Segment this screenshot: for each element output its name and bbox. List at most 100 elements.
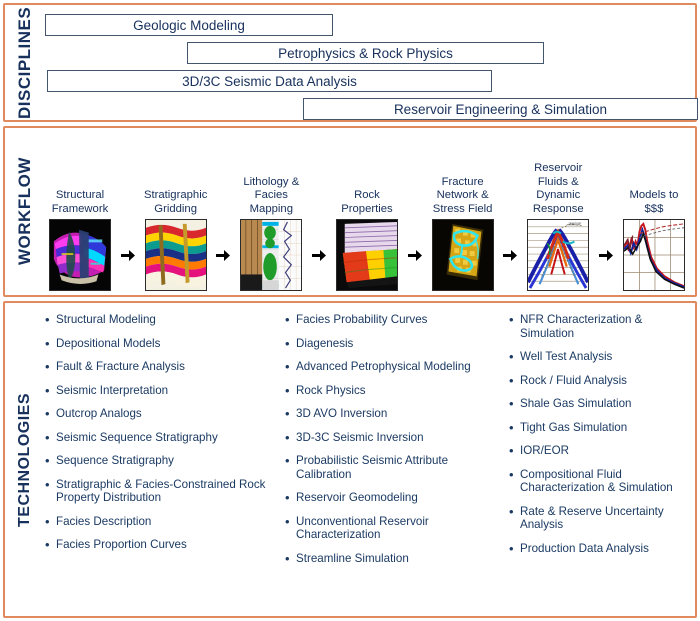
list-item[interactable]: • 3D-3C Seismic Inversion: [283, 429, 499, 445]
workflow-step-label: Reservoir Fluids & Dynamic Response: [532, 162, 584, 215]
list-item[interactable]: • Rock / Fluid Analysis: [507, 373, 689, 388]
list-item-label: Outcrop Analogs: [56, 407, 142, 420]
workflow-steps: Structural Framework Stratigraphic Gridd…: [43, 132, 691, 291]
list-item-label: Facies Probability Curves: [296, 313, 428, 326]
bullet-icon: •: [45, 429, 50, 445]
workflow-step-lithology-facies-mapping[interactable]: Lithology & Facies Mapping: [234, 175, 308, 291]
arrow-right-icon: [407, 250, 423, 291]
workflow-step-structural-framework[interactable]: Structural Framework: [43, 189, 117, 291]
technologies-column-1: • Structural Modeling • Depositional Model…: [43, 313, 275, 610]
list-item[interactable]: • Structural Modeling: [43, 313, 275, 327]
list-item[interactable]: • Facies Description: [43, 513, 275, 529]
technologies-label-container: TECHNOLOGIES: [9, 307, 41, 612]
list-item-label: Streamline Simulation: [296, 551, 409, 565]
list-item[interactable]: • Facies Probability Curves: [283, 313, 499, 327]
list-item[interactable]: • Outcrop Analogs: [43, 407, 275, 421]
list-item-label: Probabilistic Seismic Attribute Calibrat…: [296, 454, 449, 481]
discipline-bar-geologic-modeling[interactable]: Geologic Modeling: [45, 14, 333, 36]
list-item-label: Unconventional Reservoir Characterizatio…: [296, 514, 429, 542]
list-item-label: Advanced Petrophysical Modeling: [296, 360, 471, 373]
bullet-icon: •: [45, 382, 50, 398]
bullet-icon: •: [45, 513, 50, 529]
bullet-icon: •: [285, 513, 290, 529]
list-item[interactable]: • Depositional Models: [43, 336, 275, 351]
arrow-right-icon: [502, 250, 518, 291]
bullet-icon: •: [285, 453, 290, 468]
workflow-panel: WORKFLOW Structural Framework Stratigrap…: [3, 126, 697, 297]
lithology-facies-mapping-thumbnail: [240, 219, 303, 291]
bullet-icon: •: [285, 359, 290, 374]
technologies-panel: TECHNOLOGIES • Structural Modeling • Depos…: [3, 301, 697, 618]
workflow-step-label: Lithology & Facies Mapping: [243, 175, 300, 215]
list-item-label: NFR Characterization & Simulation: [520, 313, 643, 340]
list-item[interactable]: • Facies Proportion Curves: [43, 538, 275, 552]
workflow-step-label: Fracture Network & Stress Field: [432, 175, 493, 215]
list-item[interactable]: • Rate & Reserve Uncertainty Analysis: [507, 503, 689, 532]
list-item[interactable]: • Stratigraphic & Facies-Constrained Rock…: [43, 476, 275, 505]
list-item[interactable]: • Advanced Petrophysical Modeling: [283, 360, 499, 374]
list-item[interactable]: • Fault & Fracture Analysis: [43, 360, 275, 374]
list-item[interactable]: • Rock Physics: [283, 382, 499, 398]
bullet-icon: •: [285, 335, 290, 351]
list-item[interactable]: • Streamline Simulation: [283, 550, 499, 566]
bullet-icon: •: [45, 359, 50, 374]
bullet-icon: •: [45, 476, 50, 492]
list-item-label: Fault & Fracture Analysis: [56, 360, 185, 373]
bullet-icon: •: [509, 466, 514, 482]
bullet-icon: •: [285, 312, 290, 327]
technologies-columns: • Structural Modeling • Depositional Model…: [43, 313, 689, 610]
discipline-bar-seismic-data-analysis[interactable]: 3D/3C Seismic Data Analysis: [47, 70, 492, 92]
reservoir-fluids-thumbnail: reservoir: [527, 219, 590, 291]
list-item[interactable]: • Well Test Analysis: [507, 350, 689, 364]
bullet-icon: •: [509, 443, 514, 458]
bullet-icon: •: [285, 382, 290, 398]
discipline-bar-petrophysics-rock-physics[interactable]: Petrophysics & Rock Physics: [187, 42, 544, 64]
bullet-icon: •: [285, 550, 290, 566]
bullet-icon: •: [45, 406, 50, 421]
list-item[interactable]: • Sequence Stratigraphy: [43, 454, 275, 468]
workflow-step-rock-properties[interactable]: Rock Properties: [330, 189, 404, 291]
discipline-bar-label: Geologic Modeling: [133, 17, 245, 33]
bullet-icon: •: [285, 490, 290, 505]
list-item[interactable]: • Compositional Fluid Characterization & …: [507, 466, 689, 495]
discipline-bar-label: Petrophysics & Rock Physics: [278, 45, 453, 61]
workflow-step-models-to-money[interactable]: Models to $$$: [617, 189, 691, 291]
list-item-label: Rock Physics: [296, 383, 366, 397]
workflow-step-stratigraphic-gridding[interactable]: Stratigraphic Gridding: [139, 189, 213, 291]
disciplines-label-container: DISCIPLINES: [9, 6, 41, 119]
bullet-icon: •: [509, 503, 514, 519]
list-item[interactable]: • Probabilistic Seismic Attribute Calibra…: [283, 454, 499, 481]
list-item[interactable]: • Production Data Analysis: [507, 540, 689, 556]
bullet-icon: •: [285, 429, 290, 445]
list-item[interactable]: • Tight Gas Simulation: [507, 420, 689, 435]
arrow-right-icon: [598, 250, 614, 291]
list-item-label: Structural Modeling: [56, 313, 156, 326]
bullet-icon: •: [509, 540, 514, 556]
bullet-icon: •: [509, 312, 514, 327]
list-item[interactable]: • Seismic Interpretation: [43, 382, 275, 398]
list-item-label: Well Test Analysis: [520, 350, 613, 363]
list-item-label: Diagenesis: [296, 336, 354, 350]
list-item[interactable]: • Unconventional Reservoir Characterizati…: [283, 513, 499, 542]
discipline-bar-reservoir-engineering-simulation[interactable]: Reservoir Engineering & Simulation: [303, 98, 698, 120]
list-item[interactable]: • Reservoir Geomodeling: [283, 491, 499, 505]
list-item-label: Facies Description: [56, 514, 152, 528]
rock-properties-thumbnail: [335, 219, 398, 291]
discipline-bar-label: Reservoir Engineering & Simulation: [393, 101, 608, 117]
list-item-label: Sequence Stratigraphy: [56, 454, 174, 467]
disciplines-section-label: DISCIPLINES: [15, 6, 34, 119]
list-item[interactable]: • Diagenesis: [283, 335, 499, 351]
structural-framework-thumbnail: [49, 219, 111, 291]
workflow-section-label: WORKFLOW: [15, 157, 34, 266]
list-item[interactable]: • IOR/EOR: [507, 444, 689, 458]
list-item[interactable]: • NFR Characterization & Simulation: [507, 313, 689, 340]
list-item[interactable]: • Shale Gas Simulation: [507, 397, 689, 411]
workflow-step-reservoir-fluids[interactable]: Reservoir Fluids & Dynamic Response rese…: [521, 162, 595, 291]
list-item[interactable]: • 3D AVO Inversion: [283, 407, 499, 421]
list-item[interactable]: • Seismic Sequence Stratigraphy: [43, 429, 275, 445]
reservoir-characterization-diagram: DISCIPLINES Geologic Modeling Petrophysi…: [0, 0, 700, 621]
workflow-step-fracture-network[interactable]: Fracture Network & Stress Field: [426, 175, 500, 291]
list-item-label: Rock / Fluid Analysis: [520, 373, 627, 387]
list-item-label: IOR/EOR: [520, 444, 569, 457]
list-item-label: 3D-3C Seismic Inversion: [296, 430, 424, 444]
